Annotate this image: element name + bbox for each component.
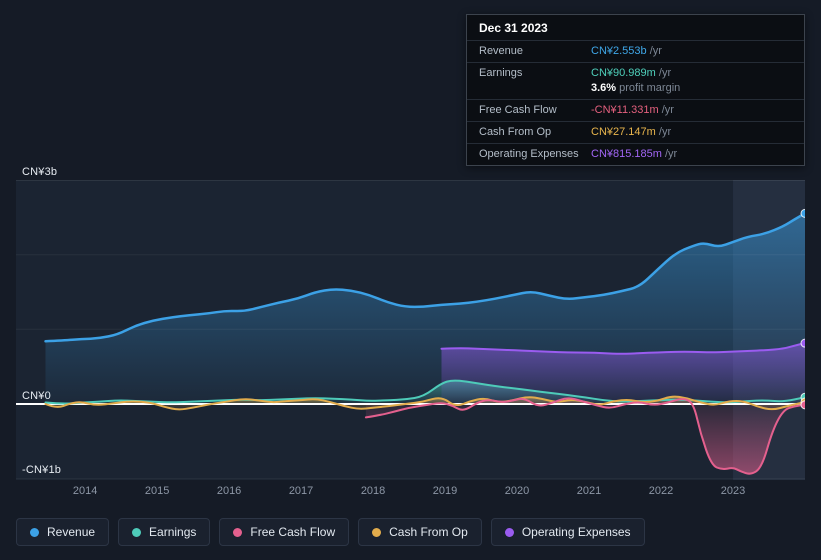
legend-item-revenue[interactable]: Revenue	[16, 518, 110, 546]
legend-item-operating-expenses[interactable]: Operating Expenses	[490, 518, 645, 546]
tooltip-row-value: CN¥27.147m /yr	[591, 126, 672, 138]
x-axis-label-2016: 2016	[216, 485, 242, 497]
x-axis-label-2023: 2023	[720, 485, 746, 497]
tooltip-row-revenue: Revenue CN¥2.553b /yr	[467, 40, 804, 62]
legend-item-label: Cash From Op	[389, 525, 468, 539]
tooltip-row-value: CN¥90.989m /yr 3.6% profit margin	[591, 67, 681, 94]
y-axis-label-3b: CN¥3b	[22, 166, 58, 178]
x-axis-label-2015: 2015	[144, 485, 170, 497]
legend-item-earnings[interactable]: Earnings	[118, 518, 211, 546]
cash-from-op-legend-dot-icon	[372, 527, 382, 537]
revenue-end-marker	[800, 208, 805, 218]
revenue-legend-dot-icon	[30, 527, 39, 537]
legend-item-cash-from-op[interactable]: Cash From Op	[358, 518, 482, 546]
x-axis-label-2022: 2022	[648, 485, 674, 497]
tooltip-row-label: Revenue	[479, 45, 524, 57]
free-cash-flow-legend-dot-icon	[233, 527, 243, 537]
tooltip-row-free-cash-flow: Free Cash Flow -CN¥11.331m /yr	[467, 99, 804, 121]
x-axis-label-2018: 2018	[360, 485, 386, 497]
app-root: CN¥3b CN¥0 -CN¥1b 2014 2015 2016 2017 2018 20…	[0, 0, 821, 560]
legend-item-label: Operating Expenses	[521, 525, 631, 539]
tooltip-row-value: CN¥815.185m /yr	[591, 148, 678, 160]
y-axis-label-0: CN¥0	[22, 390, 51, 402]
x-axis-label-2021: 2021	[576, 485, 602, 497]
tooltip-row-value: CN¥2.553b /yr	[591, 45, 662, 57]
tooltip-rows: Revenue CN¥2.553b /yr Earnings CN¥90.989m /…	[467, 40, 804, 165]
tooltip-row-label: Earnings	[479, 67, 523, 79]
chart-canvas[interactable]	[16, 180, 805, 480]
legend-item-free-cash-flow[interactable]: Free Cash Flow	[219, 518, 350, 546]
legend-item-label: Earnings	[149, 525, 197, 539]
x-axis-label-2020: 2020	[504, 485, 530, 497]
legend-item-label: Revenue	[47, 525, 96, 539]
tooltip-row-label: Free Cash Flow	[479, 104, 557, 116]
chart-legend: Revenue Earnings Free Cash Flow Cash From O…	[16, 518, 645, 546]
y-axis-label-neg1b: -CN¥1b	[22, 464, 62, 476]
tooltip-row-operating-expenses: Operating Expenses CN¥815.185m /yr	[467, 143, 804, 165]
operating-expenses-end-marker	[800, 338, 805, 348]
x-axis-label-2019: 2019	[432, 485, 458, 497]
tooltip-date: Dec 31 2023	[479, 21, 548, 35]
legend-item-label: Free Cash Flow	[250, 525, 336, 539]
free-cash-flow-end-marker	[800, 400, 805, 410]
earnings-legend-dot-icon	[132, 527, 142, 537]
tooltip-row-cash-from-op: Cash From Op CN¥27.147m /yr	[467, 121, 804, 143]
chart-tooltip: Dec 31 2023 Revenue CN¥2.553b /yr Earnings…	[466, 14, 805, 166]
operating-expenses-legend-dot-icon	[504, 527, 514, 537]
tooltip-row-label: Operating Expenses	[479, 148, 579, 160]
tooltip-row-earnings: Earnings CN¥90.989m /yr 3.6% profit margin	[467, 62, 804, 99]
tooltip-row-value: -CN¥11.331m /yr	[591, 104, 674, 116]
x-axis-label-2014: 2014	[72, 485, 98, 497]
tooltip-row-label: Cash From Op	[479, 126, 552, 138]
x-axis-label-2017: 2017	[288, 485, 314, 497]
